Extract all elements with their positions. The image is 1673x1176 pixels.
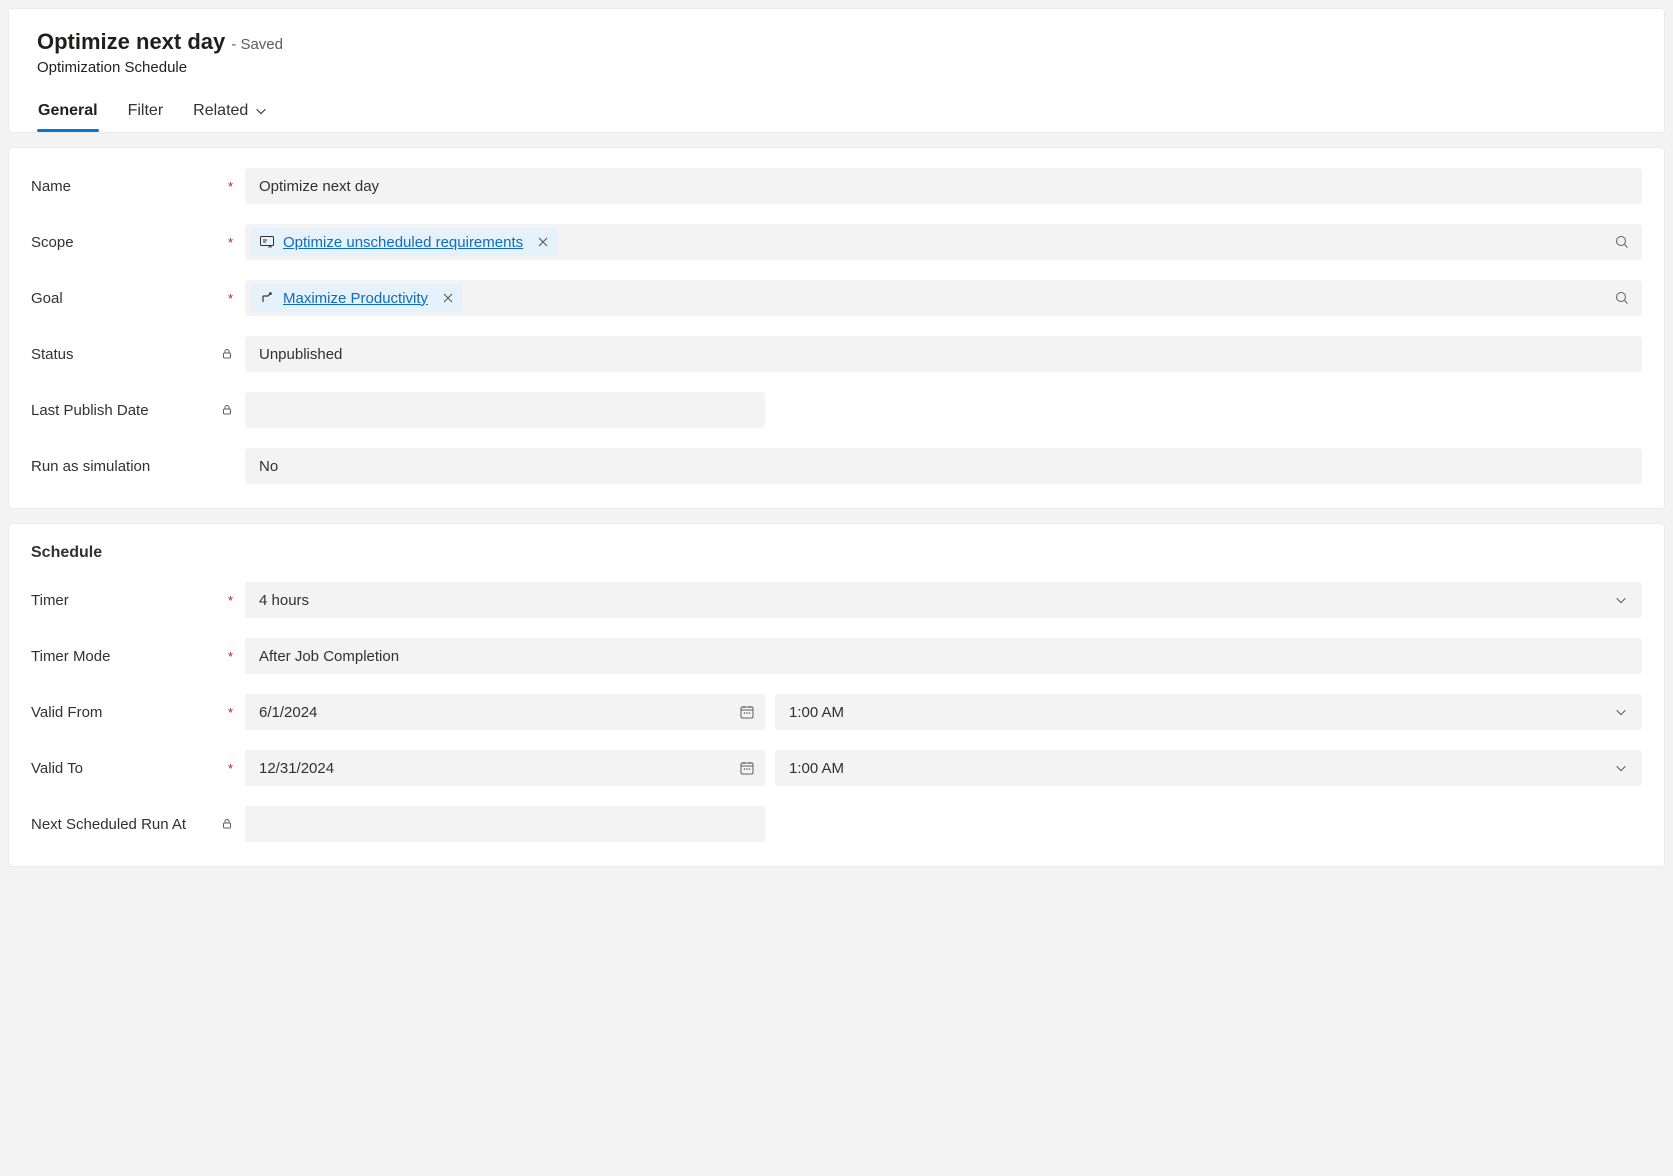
tab-filter[interactable]: Filter [127, 96, 165, 132]
row-timer: Timer * 4 hours [31, 582, 1642, 618]
valid-from-time-value: 1:00 AM [789, 704, 844, 721]
tab-related-label: Related [193, 102, 248, 120]
calendar-icon[interactable] [739, 760, 755, 776]
row-goal: Goal * Maximize Productivity [31, 280, 1642, 316]
label-valid-to: Valid To [31, 760, 83, 777]
next-run-field [245, 806, 765, 842]
lock-icon [221, 818, 233, 830]
entity-name: Optimization Schedule [37, 59, 1636, 76]
status-field: Unpublished [245, 336, 1642, 372]
row-next-run: Next Scheduled Run At [31, 806, 1642, 842]
tab-list: General Filter Related [37, 96, 1636, 132]
row-valid-to: Valid To * 12/31/2024 1:00 AM [31, 750, 1642, 786]
scope-chip: Optimize unscheduled requirements [251, 228, 557, 256]
label-last-publish: Last Publish Date [31, 402, 149, 419]
scope-link[interactable]: Optimize unscheduled requirements [283, 234, 523, 251]
scope-icon [259, 234, 275, 250]
label-valid-from: Valid From [31, 704, 102, 721]
name-input[interactable]: Optimize next day [245, 168, 1642, 204]
required-icon: * [228, 649, 233, 664]
valid-to-date-value: 12/31/2024 [259, 760, 334, 777]
timer-value: 4 hours [259, 592, 309, 609]
search-icon[interactable] [1614, 234, 1630, 250]
last-publish-field [245, 392, 765, 428]
row-timer-mode: Timer Mode * After Job Completion [31, 638, 1642, 674]
valid-to-date[interactable]: 12/31/2024 [245, 750, 765, 786]
goal-chip: Maximize Productivity [251, 284, 462, 312]
scope-lookup[interactable]: Optimize unscheduled requirements [245, 224, 1642, 260]
valid-from-date[interactable]: 6/1/2024 [245, 694, 765, 730]
search-icon[interactable] [1614, 290, 1630, 306]
tab-general[interactable]: General [37, 96, 99, 132]
label-timer-mode: Timer Mode [31, 648, 110, 665]
page-title: Optimize next day [37, 29, 225, 55]
chevron-down-icon [1614, 761, 1628, 775]
timer-select[interactable]: 4 hours [245, 582, 1642, 618]
label-goal: Goal [31, 290, 63, 307]
close-icon[interactable] [537, 236, 549, 248]
valid-to-time-value: 1:00 AM [789, 760, 844, 777]
timer-mode-field[interactable]: After Job Completion [245, 638, 1642, 674]
schedule-title: Schedule [31, 544, 1642, 562]
row-scope: Scope * Optimize unscheduled requirement… [31, 224, 1642, 260]
row-status: Status Unpublished [31, 336, 1642, 372]
label-scope: Scope [31, 234, 74, 251]
required-icon: * [228, 291, 233, 306]
calendar-icon[interactable] [739, 704, 755, 720]
lock-icon [221, 404, 233, 416]
required-icon: * [228, 705, 233, 720]
tab-related[interactable]: Related [192, 96, 269, 132]
required-icon: * [228, 235, 233, 250]
label-name: Name [31, 178, 71, 195]
schedule-section: Schedule Timer * 4 hours Timer Mode * Af… [8, 523, 1665, 867]
goal-link[interactable]: Maximize Productivity [283, 290, 428, 307]
simulation-field[interactable]: No [245, 448, 1642, 484]
chevron-down-icon [1614, 593, 1628, 607]
save-state: - Saved [231, 36, 283, 53]
general-section: Name * Optimize next day Scope * Optimiz… [8, 147, 1665, 509]
valid-from-time[interactable]: 1:00 AM [775, 694, 1642, 730]
lock-icon [221, 348, 233, 360]
goal-icon [259, 290, 275, 306]
row-name: Name * Optimize next day [31, 168, 1642, 204]
required-icon: * [228, 179, 233, 194]
label-status: Status [31, 346, 74, 363]
row-last-publish: Last Publish Date [31, 392, 1642, 428]
chevron-down-icon [1614, 705, 1628, 719]
valid-to-time[interactable]: 1:00 AM [775, 750, 1642, 786]
label-timer: Timer [31, 592, 69, 609]
valid-from-date-value: 6/1/2024 [259, 704, 317, 721]
required-icon: * [228, 593, 233, 608]
required-icon: * [228, 761, 233, 776]
goal-lookup[interactable]: Maximize Productivity [245, 280, 1642, 316]
row-valid-from: Valid From * 6/1/2024 1:00 AM [31, 694, 1642, 730]
row-simulation: Run as simulation No [31, 448, 1642, 484]
label-simulation: Run as simulation [31, 458, 150, 475]
label-next-run: Next Scheduled Run At [31, 816, 186, 833]
close-icon[interactable] [442, 292, 454, 304]
header-card: Optimize next day - Saved Optimization S… [8, 8, 1665, 133]
chevron-down-icon [254, 104, 268, 118]
